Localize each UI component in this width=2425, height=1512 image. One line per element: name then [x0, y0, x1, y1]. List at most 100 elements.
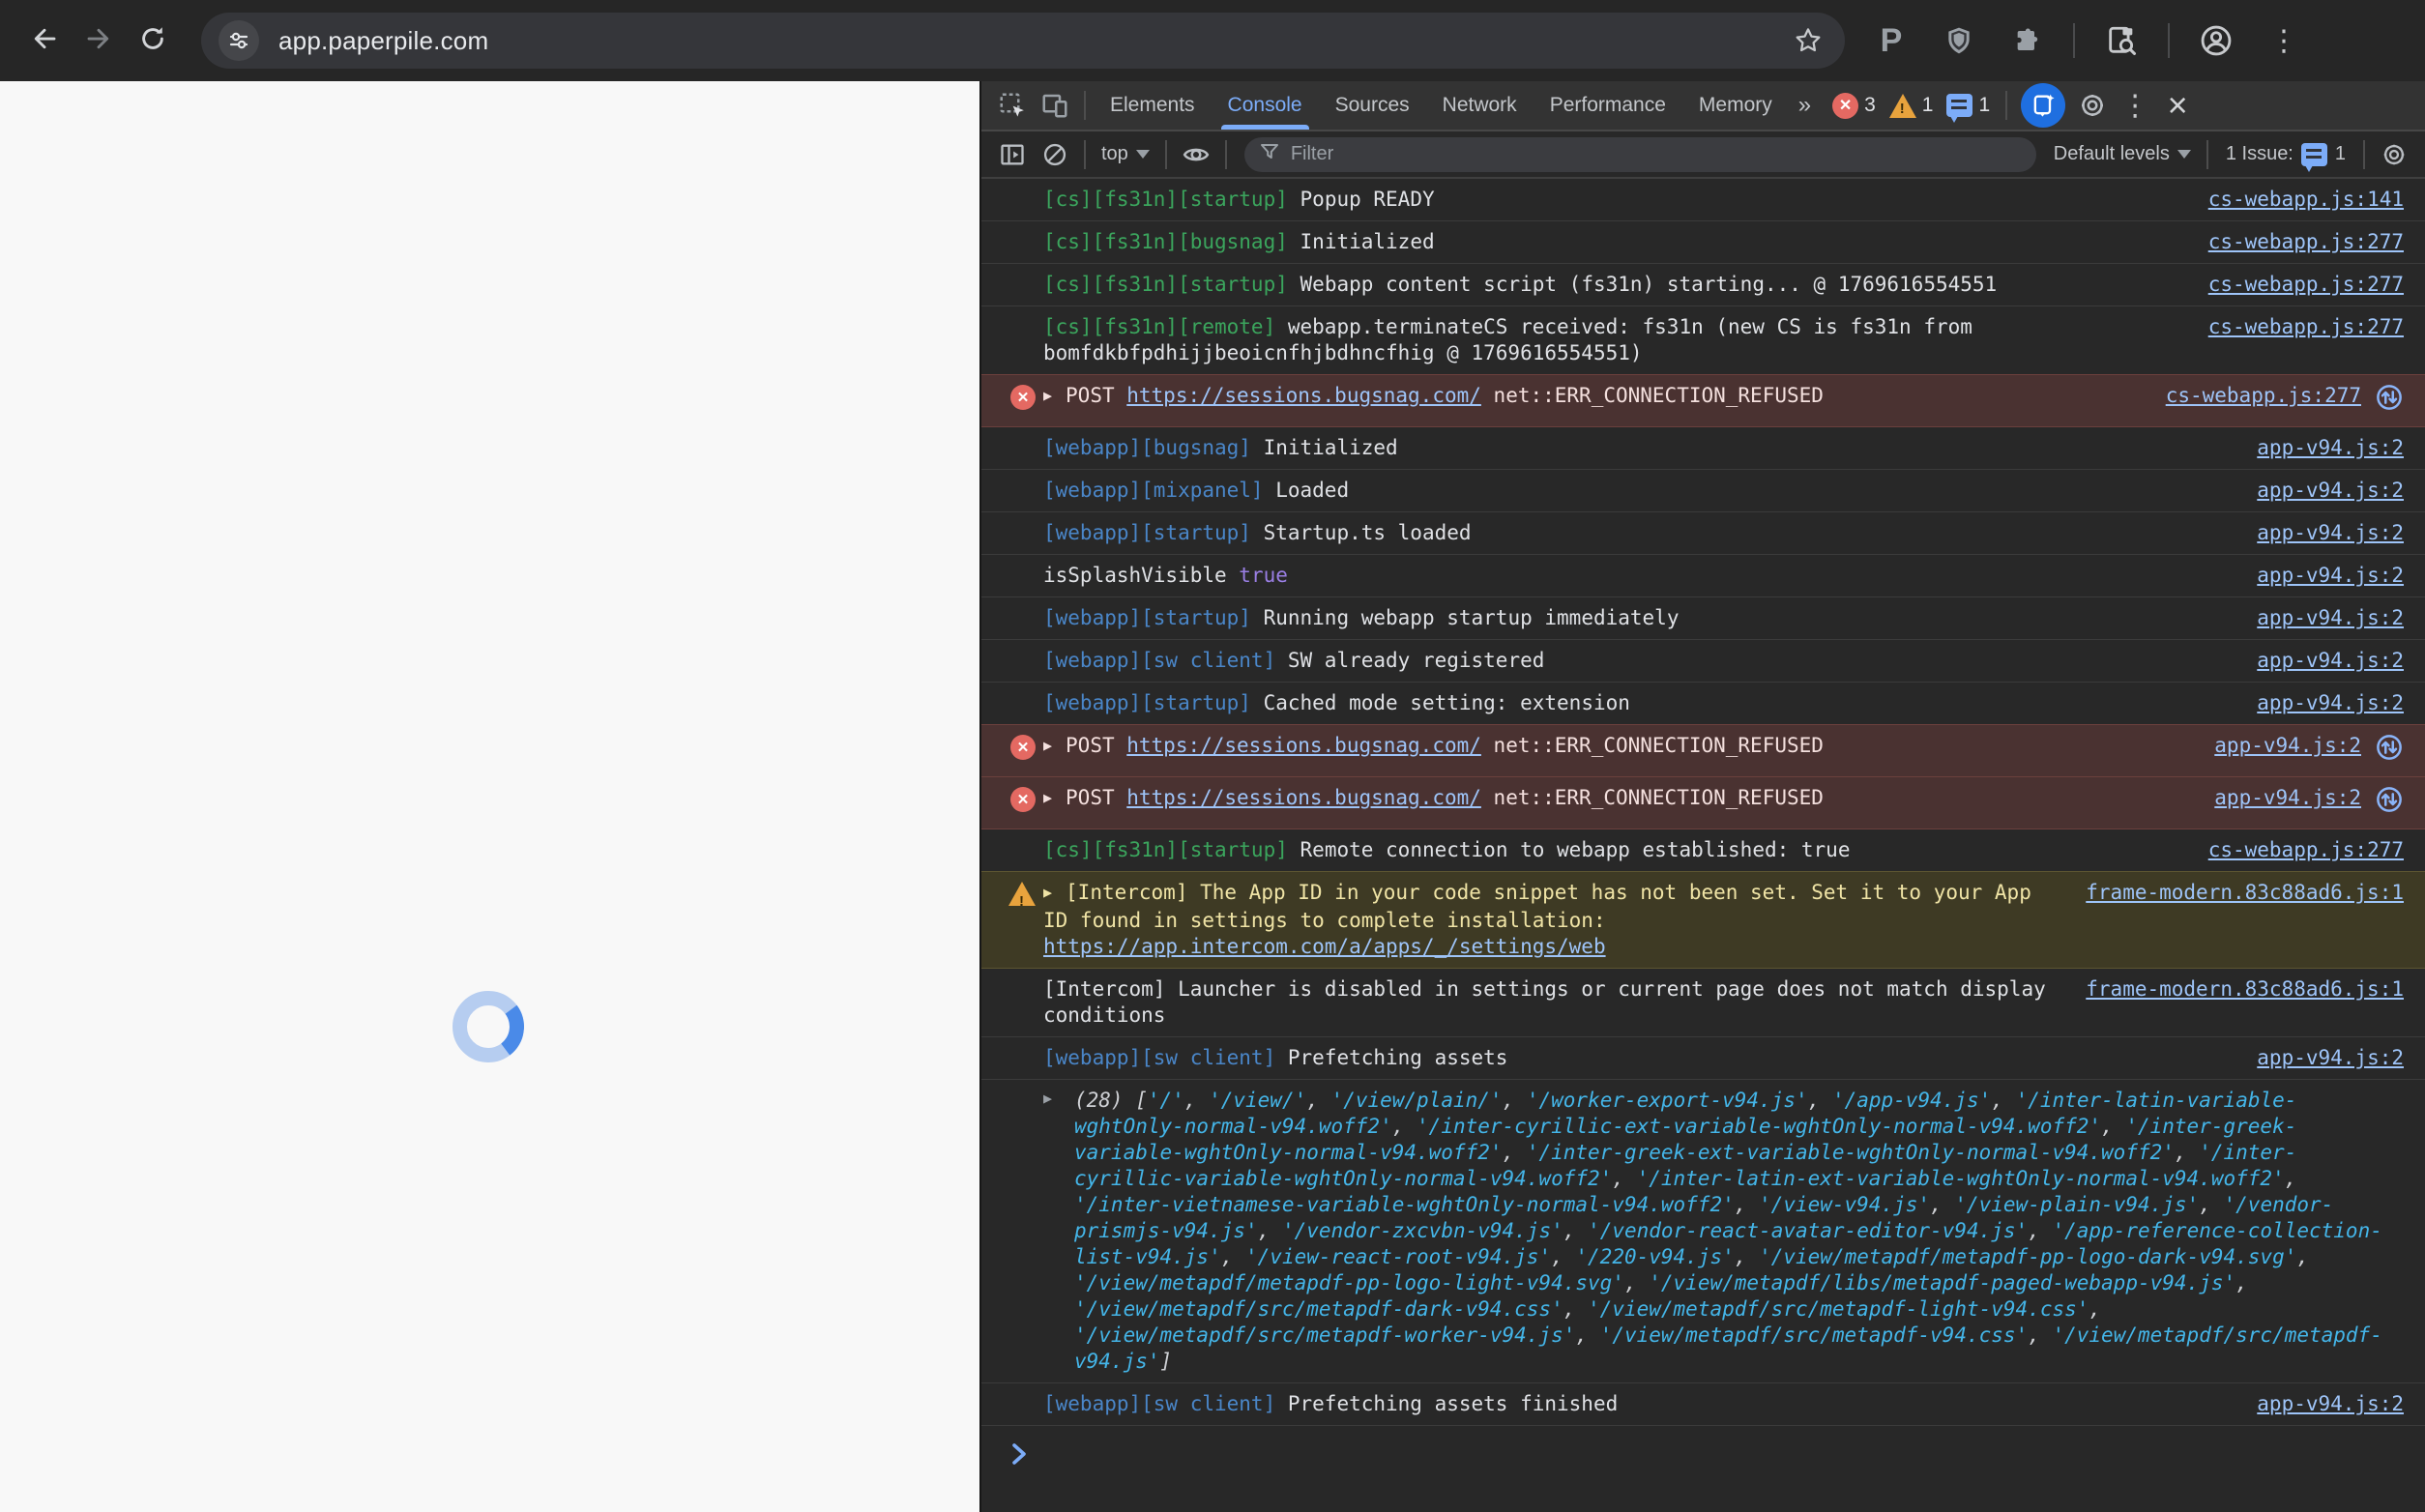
warning-count-badge[interactable]: ! 1 — [1889, 94, 1934, 118]
network-request-icon[interactable] — [2375, 733, 2404, 769]
request-url-link[interactable]: https://sessions.bugsnag.com/ — [1126, 384, 1481, 407]
array-string: '/view/metapdf/metapdf-pp-logo-light-v94… — [1074, 1271, 1624, 1294]
array-meta: , — [1503, 1089, 1527, 1112]
expand-triangle-icon[interactable]: ▶ — [1043, 1086, 1052, 1112]
console-row-log: [cs][fs31n][startup] Webapp content scri… — [981, 264, 2425, 306]
console-message: [webapp][sw client] Prefetching assets — [1043, 1045, 2232, 1071]
expand-triangle-icon[interactable]: ▶ — [1043, 383, 1052, 409]
network-request-icon[interactable] — [2375, 383, 2404, 419]
context-selector[interactable]: top — [1094, 143, 1157, 165]
console-settings-icon[interactable] — [2373, 133, 2415, 176]
source-location-link[interactable]: app-v94.js:2 — [2257, 478, 2404, 504]
tab-sources[interactable]: Sources — [1319, 81, 1426, 130]
source-location-link[interactable]: app-v94.js:2 — [2257, 520, 2404, 546]
source-location-link[interactable]: app-v94.js:2 — [2257, 563, 2404, 589]
value-boolean: true — [1239, 564, 1288, 587]
bookmark-star-icon[interactable] — [1789, 21, 1827, 60]
array-meta: , — [2175, 1141, 2199, 1164]
clear-console-icon[interactable] — [1034, 133, 1076, 176]
request-url-link[interactable]: https://sessions.bugsnag.com/ — [1126, 786, 1481, 809]
value-name: isSplashVisible — [1043, 564, 1239, 587]
filter-input[interactable] — [1291, 143, 2023, 165]
source-location-link[interactable]: cs-webapp.js:277 — [2208, 272, 2404, 298]
back-button[interactable] — [17, 14, 72, 68]
issues-count-badge[interactable]: 1 — [1946, 94, 1990, 117]
array-string: '/view-react-root-v94.js' — [1245, 1245, 1551, 1268]
source-location-link[interactable]: app-v94.js:2 — [2257, 605, 2404, 631]
source-location-link[interactable]: app-v94.js:2 — [2214, 733, 2361, 759]
source-location-link[interactable]: app-v94.js:2 — [2257, 648, 2404, 674]
inspect-element-icon[interactable] — [991, 84, 1034, 127]
source-location-link[interactable]: cs-webapp.js:277 — [2208, 314, 2404, 340]
console-row-log: [cs][fs31n][startup] Remote connection t… — [981, 829, 2425, 872]
console-row-log: [Intercom] Launcher is disabled in setti… — [981, 969, 2425, 1037]
request-url-link[interactable]: https://sessions.bugsnag.com/ — [1126, 734, 1481, 757]
log-prefix: [webapp][bugsnag] — [1043, 436, 1251, 459]
source-location-link[interactable]: app-v94.js:2 — [2214, 785, 2361, 811]
ai-assistant-button[interactable] — [2021, 83, 2065, 128]
log-levels-selector[interactable]: Default levels — [2046, 143, 2199, 165]
source-location-link[interactable]: app-v94.js:2 — [2257, 1045, 2404, 1071]
source-location-link[interactable]: frame-modern.83c88ad6.js:1 — [2086, 880, 2404, 906]
shield-extension-icon[interactable] — [1938, 19, 1980, 62]
request-method: POST — [1066, 786, 1126, 809]
issues-icon — [1946, 94, 1972, 117]
forward-button[interactable] — [72, 14, 126, 68]
console-row-log: [webapp][sw client] Prefetching assets f… — [981, 1383, 2425, 1426]
source-location-link[interactable]: app-v94.js:2 — [2257, 435, 2404, 461]
devtools-settings-icon[interactable] — [2071, 84, 2114, 127]
devtools-tabbar: ElementsConsoleSourcesNetworkPerformance… — [981, 81, 2425, 131]
console-empty-area[interactable] — [981, 1467, 2425, 1512]
array-string: '/app-v94.js' — [1832, 1089, 1991, 1112]
tab-performance[interactable]: Performance — [1534, 81, 1682, 130]
site-settings-icon[interactable] — [219, 20, 259, 61]
expand-triangle-icon[interactable]: ▶ — [1043, 880, 1052, 906]
issues-chip[interactable]: 1 Issue: 1 — [2216, 143, 2355, 166]
error-text: net::ERR_CONNECTION_REFUSED — [1481, 786, 1824, 809]
console-prompt[interactable] — [981, 1426, 2425, 1467]
device-toolbar-icon[interactable] — [1034, 84, 1076, 127]
source-location-link[interactable]: cs-webapp.js:277 — [2208, 229, 2404, 255]
log-prefix: [cs][fs31n][startup] — [1043, 838, 1288, 861]
log-text: Running webapp startup immediately — [1264, 606, 1680, 629]
devtools-menu-icon[interactable]: ⋮ — [2114, 84, 2156, 127]
log-text: SW already registered — [1288, 649, 1545, 672]
source-location-link[interactable]: cs-webapp.js:141 — [2208, 187, 2404, 213]
console-sidebar-toggle-icon[interactable] — [991, 133, 1034, 176]
forward-icon — [84, 24, 113, 58]
paperpile-extension-icon[interactable]: P — [1870, 19, 1913, 62]
device-search-icon[interactable] — [2100, 19, 2143, 62]
array-string: '/inter-latin-ext-variable-wghtOnly-norm… — [1637, 1167, 2285, 1190]
url-bar[interactable]: app.paperpile.com — [201, 13, 1845, 69]
array-meta: , — [2285, 1167, 2309, 1190]
extensions-puzzle-icon[interactable] — [2005, 19, 2048, 62]
more-tabs-icon[interactable]: » — [1789, 92, 1819, 119]
devtools-close-icon[interactable]: × — [2156, 84, 2199, 127]
network-request-icon[interactable] — [2375, 785, 2404, 821]
expand-triangle-icon[interactable]: ▶ — [1043, 733, 1052, 759]
source-location-link[interactable]: app-v94.js:2 — [2257, 1391, 2404, 1417]
log-text: Cached mode setting: extension — [1264, 691, 1630, 714]
warning-url-link[interactable]: https://app.intercom.com/a/apps/_/settin… — [1043, 935, 1606, 958]
tab-memory[interactable]: Memory — [1682, 81, 1789, 130]
profile-avatar-icon[interactable] — [2195, 19, 2237, 62]
console-toolbar: top Default levels 1 Issue: — [981, 131, 2425, 179]
live-expression-eye-icon[interactable] — [1175, 133, 1217, 176]
array-meta: , — [2199, 1193, 2223, 1216]
source-location-link[interactable]: cs-webapp.js:277 — [2166, 383, 2361, 409]
source-location-link[interactable]: app-v94.js:2 — [2257, 690, 2404, 716]
filter-box[interactable] — [1244, 137, 2036, 172]
tab-elements[interactable]: Elements — [1094, 81, 1212, 130]
console-row-warning: !▶[Intercom] The App ID in your code sni… — [981, 871, 2425, 969]
tab-network[interactable]: Network — [1426, 81, 1534, 130]
log-prefix: [webapp][sw client] — [1043, 1392, 1275, 1415]
browser-menu-icon[interactable]: ⋮ — [2263, 19, 2305, 62]
error-count-badge[interactable]: ✕ 3 — [1832, 93, 1876, 119]
tab-console[interactable]: Console — [1212, 81, 1319, 130]
source-location-link[interactable]: frame-modern.83c88ad6.js:1 — [2086, 976, 2404, 1003]
reload-button[interactable] — [126, 14, 180, 68]
array-meta: , — [1563, 1297, 1588, 1321]
source-location-link[interactable]: cs-webapp.js:277 — [2208, 837, 2404, 863]
expand-triangle-icon[interactable]: ▶ — [1043, 785, 1052, 811]
console-message: [cs][fs31n][startup] Webapp content scri… — [1043, 272, 2183, 298]
